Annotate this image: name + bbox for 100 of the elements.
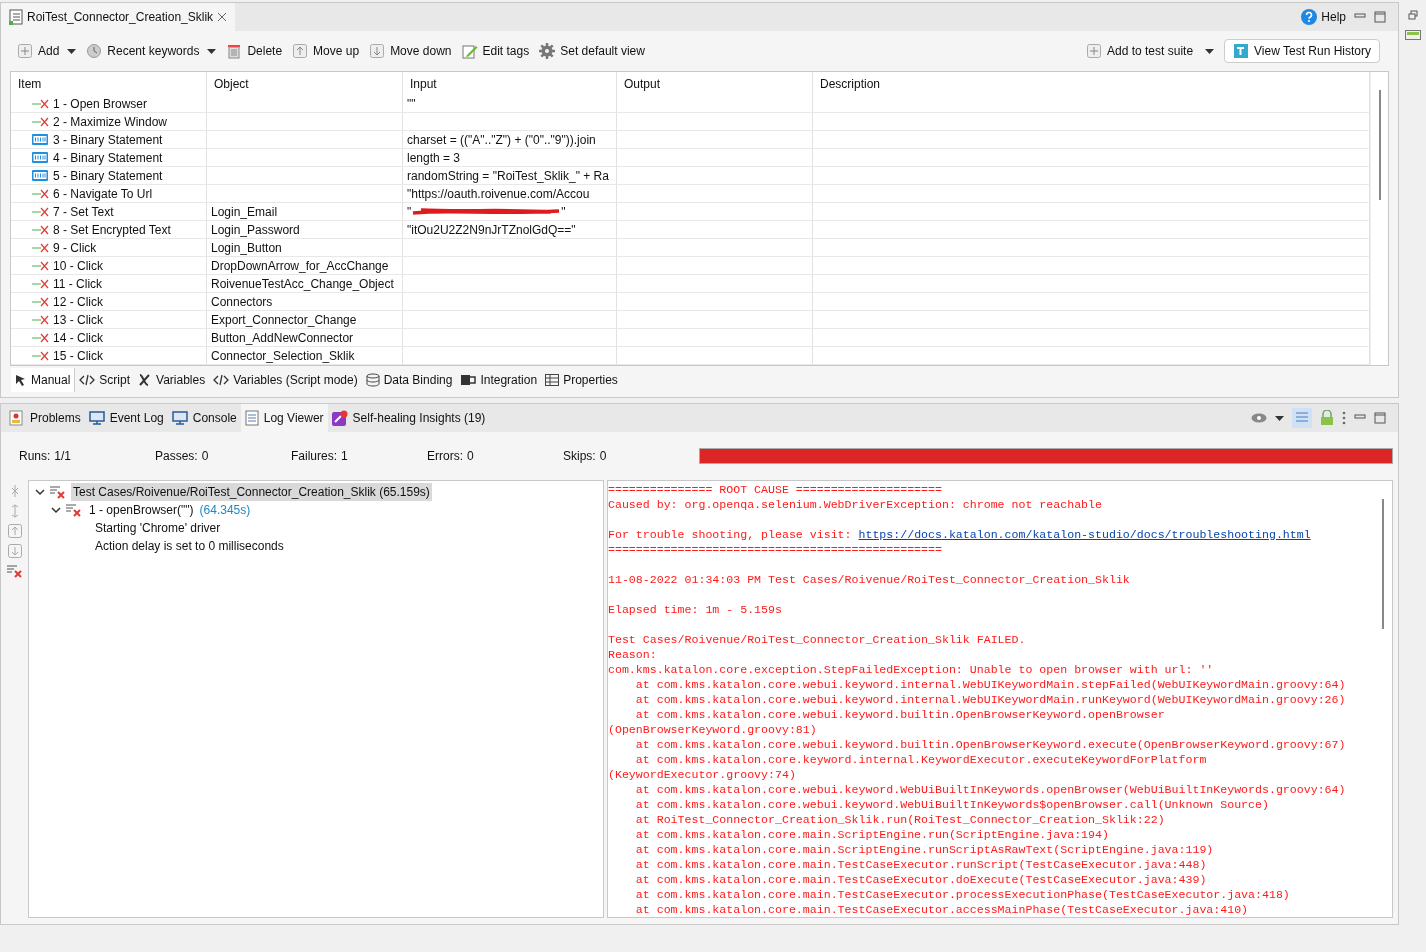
stat-value: 0: [599, 448, 607, 465]
stat-label: Runs:: [19, 448, 51, 465]
test-case-icon: [9, 9, 23, 25]
toolbar-button[interactable]: Delete: [226, 42, 283, 60]
table-cell: Export_Connector_Change: [211, 311, 357, 328]
monitor-icon: [88, 411, 105, 425]
table-cell: 11 - Click: [53, 275, 103, 292]
step-icon: [31, 260, 49, 271]
arrow-down-icon[interactable]: [7, 544, 22, 558]
maximize-icon[interactable]: [1374, 412, 1386, 424]
column-header[interactable]: Input: [403, 72, 617, 95]
tree-item[interactable]: Test Cases/Roivenue/RoiTest_Connector_Creation_Sklik (65.159s): [71, 483, 432, 501]
step-icon: [31, 314, 49, 325]
console-line: at com.kms.katalon.core.webui.keyword.WebUiBuiltInKeywords.openBrowser(WebUiBuiltInKeywords.groovy:64): [634, 782, 1346, 797]
close-icon[interactable]: [217, 12, 228, 22]
editor-view-tab[interactable]: Integration: [456, 368, 542, 392]
column-header[interactable]: Output: [617, 72, 813, 95]
editor-view-tab[interactable]: Properties: [541, 368, 622, 392]
plus-icon: [17, 43, 33, 59]
table-cell: 14 - Click: [53, 329, 103, 346]
table-cell: Connector_Selection_Sklik: [211, 347, 355, 364]
cursor-icon: [15, 374, 27, 386]
table-cell: 7 - Set Text: [53, 203, 114, 220]
code-icon: [213, 374, 230, 386]
log-message: Action delay is set to 0 milliseconds: [95, 538, 284, 555]
maximize-icon[interactable]: [1374, 11, 1386, 23]
variable-icon: [138, 374, 153, 386]
stat-value: 0: [201, 448, 209, 465]
editor-view-tab[interactable]: Data Binding: [361, 368, 457, 392]
table-cell: "": [407, 95, 416, 112]
table-cell: Button_AddNewConnector: [211, 329, 354, 346]
step-icon: [31, 350, 49, 361]
panel-tab[interactable]: Problems: [5, 404, 85, 432]
eye-icon[interactable]: [1251, 413, 1267, 423]
panel-tab[interactable]: Console: [167, 404, 241, 432]
log-message: Starting 'Chrome' driver: [95, 520, 221, 537]
table-cell: Login_Button: [211, 239, 282, 256]
restore-icon[interactable]: [1407, 10, 1418, 20]
toolbar-button[interactable]: Move up: [292, 42, 360, 60]
help-button[interactable]: Help: [1301, 8, 1346, 26]
panel-tab[interactable]: Log Viewer: [240, 404, 328, 432]
table-cell: 9 - Click: [53, 239, 97, 256]
panel-tab[interactable]: Self-healing Insights (19): [327, 404, 490, 432]
failed-test-icon: [49, 485, 67, 499]
table-cell: 1 - Open Browser: [53, 95, 148, 112]
more-icon[interactable]: [1342, 411, 1346, 425]
step-icon: [31, 206, 49, 217]
binary-icon: [32, 152, 48, 163]
code-icon: [79, 374, 96, 386]
arrow-down-icon: [369, 43, 386, 59]
column-header[interactable]: Description: [813, 72, 1370, 95]
toolbar-button[interactable]: Recent keywords: [86, 42, 200, 60]
console-line: at com.kms.katalon.core.main.TestCaseExecutor.runScript(TestCaseExecutor.java:448): [634, 857, 1207, 872]
caret-icon: [207, 48, 217, 54]
toolbar-button[interactable]: Add: [17, 42, 60, 60]
toolbar-button[interactable]: Add to test suite: [1086, 42, 1194, 60]
panel-tab[interactable]: Event Log: [84, 404, 168, 432]
toolbar-button[interactable]: Move down: [369, 42, 452, 60]
toolbar-button[interactable]: Edit tags: [461, 42, 530, 60]
editor-view-tab[interactable]: Script: [75, 368, 135, 392]
console-line: at com.kms.katalon.core.main.TestCaseExecutor.doExecute(TestCaseExecutor.java:439): [634, 872, 1207, 887]
console-line: Test Cases/Roivenue/RoiTest_Connector_Creation_Sklik FAILED.: [608, 632, 1026, 647]
table-cell: randomString = "RoiTest_Sklik_" + Ra: [407, 167, 609, 184]
pencil-icon: [461, 43, 478, 59]
toolbar-button[interactable]: Set default view: [539, 42, 645, 60]
toolbar-button[interactable]: View Test Run History: [1224, 39, 1380, 63]
console-line: For trouble shooting, please visit:: [608, 527, 853, 542]
step-icon: [31, 296, 49, 307]
docs-link[interactable]: https://docs.katalon.com/katalon-studio/docs/troubleshooting.html: [858, 527, 1311, 542]
stat-label: Failures:: [291, 448, 337, 465]
table-cell: 12 - Click: [53, 293, 103, 310]
table-cell: length = 3: [407, 149, 461, 166]
table-cell: 6 - Navigate To Url: [53, 185, 153, 202]
caret-icon: [67, 48, 77, 54]
editor-view-tab[interactable]: Variables (Script mode): [209, 368, 362, 392]
table-cell: 4 - Binary Statement: [53, 149, 163, 166]
table-cell: 3 - Binary Statement: [53, 131, 163, 148]
database-icon: [365, 373, 380, 387]
arrow-up-icon[interactable]: [7, 524, 22, 538]
trash-icon: [226, 43, 243, 59]
table-cell: "itOu2U2Z2N9nJrTZnolGdQ==": [407, 221, 576, 238]
table-cell: 5 - Binary Statement: [53, 167, 163, 184]
lock-icon[interactable]: [1320, 410, 1334, 426]
console-line: at com.kms.katalon.core.webui.keyword.builtin.OpenBrowserKeyword.execute(OpenBrowserKeyword.groovy:67): [634, 737, 1346, 752]
console-line: at com.kms.katalon.core.main.TestCaseExecutor.accessMainPhase(TestCaseExecutor.java:410): [634, 902, 1249, 917]
editor-tab[interactable]: RoiTest_Connector_Creation_Sklik: [1, 3, 236, 31]
editor-view-tab[interactable]: Variables: [134, 368, 210, 392]
editor-view-tab[interactable]: Manual: [11, 368, 76, 392]
plus-icon: [1086, 43, 1102, 59]
tree-item[interactable]: 1 - openBrowser(""): [87, 501, 196, 519]
console-line: Reason:: [608, 647, 657, 662]
battery-icon[interactable]: [1404, 30, 1421, 40]
failed-test-icon: [5, 564, 24, 578]
failed-test-icon: [65, 503, 83, 517]
table-icon: [545, 374, 560, 386]
console-line: =============== ROOT CAUSE =====================: [608, 482, 942, 497]
column-header[interactable]: Item: [11, 72, 207, 95]
step-icon: [31, 242, 49, 253]
table-cell: charset = (("A".."Z") + ("0".."9")).join: [407, 131, 596, 148]
column-header[interactable]: Object: [207, 72, 403, 95]
